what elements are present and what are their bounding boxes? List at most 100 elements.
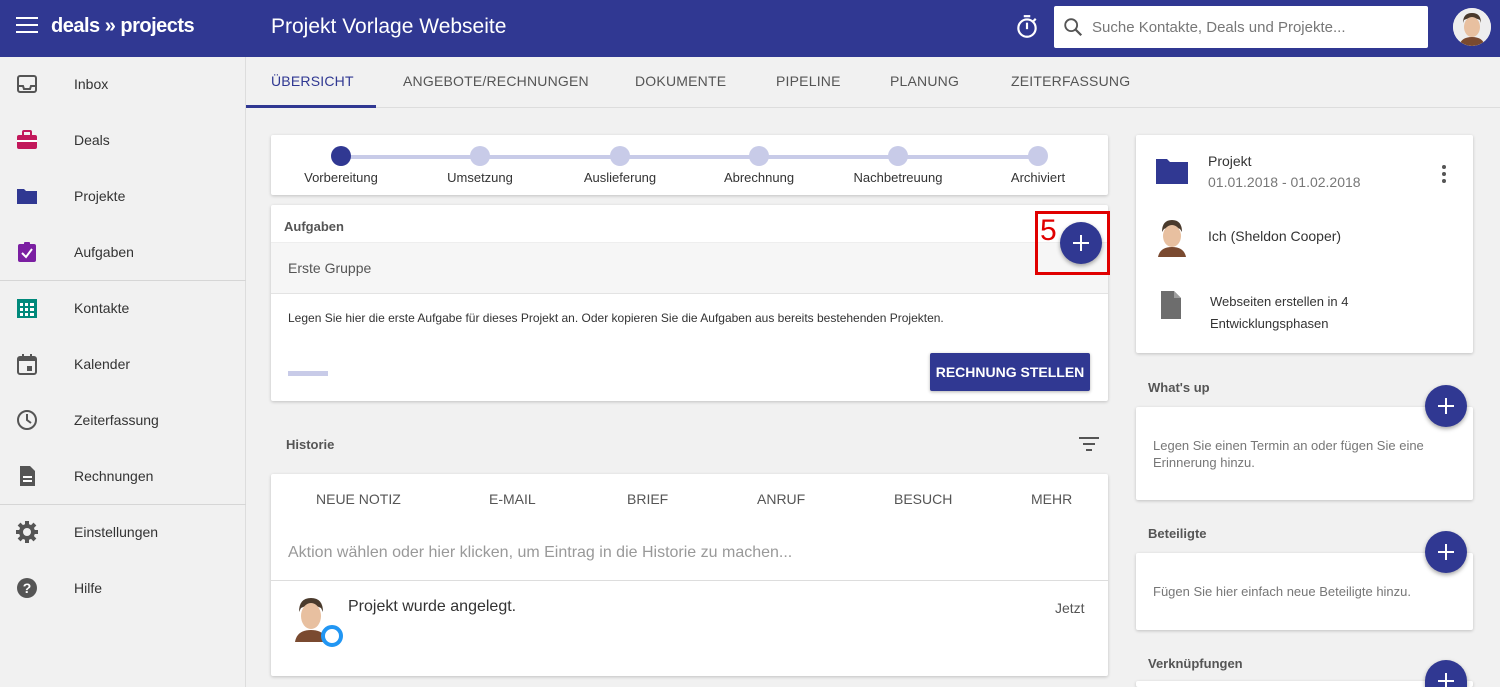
sidebar-item-label: Inbox — [74, 76, 109, 92]
project-phase-stepper: Vorbereitung Umsetzung Auslieferung Abre… — [271, 135, 1108, 195]
whats-up-card: Legen Sie einen Termin an oder fügen Sie… — [1136, 407, 1473, 500]
stopwatch-icon[interactable] — [1014, 14, 1040, 40]
sidebar-item-inbox[interactable]: Inbox — [0, 57, 246, 113]
add-link-button[interactable] — [1425, 660, 1467, 687]
tasks-card: Aufgaben Erste Gruppe Legen Sie hier die… — [271, 205, 1108, 401]
owner-avatar — [1158, 220, 1186, 257]
tab-offers-invoices[interactable]: Angebote/Rechnungen — [403, 73, 589, 89]
sidebar-item-invoices[interactable]: Rechnungen — [0, 449, 246, 505]
sidebar-item-label: Kalender — [74, 356, 131, 372]
sidebar-item-deals[interactable]: Deals — [0, 113, 246, 169]
participants-card: Fügen Sie hier einfach neue Beteiligte h… — [1136, 553, 1473, 630]
step-dot-delivery[interactable] — [610, 146, 630, 166]
sidebar-item-tasks[interactable]: Aufgaben — [0, 225, 246, 281]
participants-hint: Fügen Sie hier einfach neue Beteiligte h… — [1153, 584, 1412, 599]
search-input[interactable] — [1092, 6, 1422, 48]
calendar-icon — [17, 354, 37, 375]
sidebar: Inbox Deals Projekte Aufgaben Kontakte K… — [0, 57, 246, 687]
history-tab-visit[interactable]: BESUCH — [894, 491, 952, 507]
history-tab-call[interactable]: ANRUF — [757, 491, 805, 507]
plus-icon — [1438, 398, 1454, 414]
folder-icon — [1156, 159, 1188, 184]
history-tab-letter[interactable]: BRIEF — [627, 491, 668, 507]
help-icon: ? — [17, 578, 37, 598]
create-invoice-button[interactable]: RECHNUNG STELLEN — [930, 353, 1090, 391]
history-title: Historie — [286, 437, 335, 452]
document-icon — [1161, 291, 1181, 319]
add-event-button[interactable] — [1425, 385, 1467, 427]
tab-planning[interactable]: Planung — [890, 73, 959, 89]
tab-overview[interactable]: Übersicht — [271, 73, 354, 89]
history-card: NEUE NOTIZ E-MAIL BRIEF ANRUF BESUCH MEH… — [271, 474, 1108, 676]
contacts-grid-icon — [17, 299, 37, 318]
step-label: Auslieferung — [583, 170, 657, 185]
history-entry-text: Projekt wurde angelegt. — [348, 598, 517, 615]
annotation-number: 5 — [1040, 214, 1057, 247]
step-dot-preparation[interactable] — [331, 146, 351, 166]
history-tab-email[interactable]: E-MAIL — [489, 491, 536, 507]
tasks-empty-hint: Legen Sie hier die erste Aufgabe für die… — [288, 311, 944, 325]
sidebar-item-label: Deals — [74, 132, 110, 148]
sidebar-item-label: Einstellungen — [74, 524, 159, 540]
history-tab-new-note[interactable]: NEUE NOTIZ — [316, 491, 401, 507]
task-group-name: Erste Gruppe — [288, 260, 372, 276]
stepper-track — [341, 155, 1038, 159]
step-label: Nachbetreuung — [853, 170, 943, 185]
search-icon — [1064, 18, 1083, 37]
step-dot-billing[interactable] — [749, 146, 769, 166]
plus-icon — [1438, 544, 1454, 560]
step-dot-archived[interactable] — [1028, 146, 1048, 166]
plus-icon — [1438, 673, 1454, 687]
sidebar-item-contacts[interactable]: Kontakte — [0, 281, 246, 337]
sidebar-item-time-tracking[interactable]: Zeiterfassung — [0, 393, 246, 449]
tab-time-tracking[interactable]: Zeiterfassung — [1011, 73, 1130, 89]
user-avatar[interactable] — [1453, 8, 1491, 46]
clock-icon — [17, 410, 37, 430]
links-title: Verknüpfungen — [1148, 656, 1243, 671]
search-box[interactable] — [1054, 6, 1428, 48]
tasks-progress-indicator — [288, 371, 328, 376]
step-label: Abrechnung — [723, 170, 795, 185]
history-entry-input[interactable] — [288, 536, 1088, 570]
sidebar-item-label: Rechnungen — [74, 468, 154, 484]
filter-icon[interactable] — [1078, 436, 1100, 452]
history-tab-more[interactable]: MEHR — [1031, 491, 1072, 507]
sidebar-item-label: Zeiterfassung — [74, 412, 159, 428]
top-bar: deals » projects Projekt Vorlage Webseit… — [0, 0, 1500, 57]
more-vert-icon[interactable] — [1439, 163, 1449, 185]
step-label: Archiviert — [1010, 170, 1066, 185]
briefcase-icon — [17, 130, 37, 149]
task-group-row[interactable]: Erste Gruppe — [271, 242, 1108, 294]
whats-up-hint: Legen Sie einen Termin an oder fügen Sie… — [1153, 438, 1424, 470]
links-card — [1136, 681, 1473, 687]
history-divider — [271, 580, 1108, 581]
menu-icon[interactable] — [16, 17, 38, 35]
project-description: Webseiten erstellen in 4 Entwicklungspha… — [1210, 294, 1349, 331]
sidebar-item-label: Projekte — [74, 188, 126, 204]
active-tab-indicator — [246, 105, 376, 108]
sidebar-item-label: Aufgaben — [74, 244, 134, 260]
history-entry-time: Jetzt — [1055, 600, 1085, 616]
step-label: Vorbereitung — [304, 170, 378, 185]
sidebar-item-help[interactable]: ? Hilfe — [0, 561, 246, 617]
tab-pipeline[interactable]: Pipeline — [776, 73, 841, 89]
tasks-title: Aufgaben — [284, 219, 344, 234]
sidebar-item-settings[interactable]: Einstellungen — [0, 505, 246, 561]
step-label: Umsetzung — [447, 170, 513, 185]
sidebar-item-label: Hilfe — [74, 580, 103, 596]
svg-text:?: ? — [23, 580, 32, 596]
app-logo[interactable]: deals » projects — [51, 15, 195, 38]
sidebar-item-calendar[interactable]: Kalender — [0, 337, 246, 393]
gear-icon — [16, 521, 38, 543]
step-dot-aftercare[interactable] — [888, 146, 908, 166]
sidebar-item-projects[interactable]: Projekte — [0, 169, 246, 225]
add-participant-button[interactable] — [1425, 531, 1467, 573]
project-owner[interactable]: Ich (Sheldon Cooper) — [1208, 228, 1341, 244]
inbox-icon — [17, 75, 37, 93]
entry-status-ring — [321, 625, 343, 647]
whats-up-title: What's up — [1148, 380, 1210, 395]
tab-bar: Übersicht Angebote/Rechnungen Dokumente … — [246, 57, 1500, 108]
clipboard-check-icon — [18, 242, 36, 262]
step-dot-implementation[interactable] — [470, 146, 490, 166]
tab-documents[interactable]: Dokumente — [635, 73, 726, 89]
